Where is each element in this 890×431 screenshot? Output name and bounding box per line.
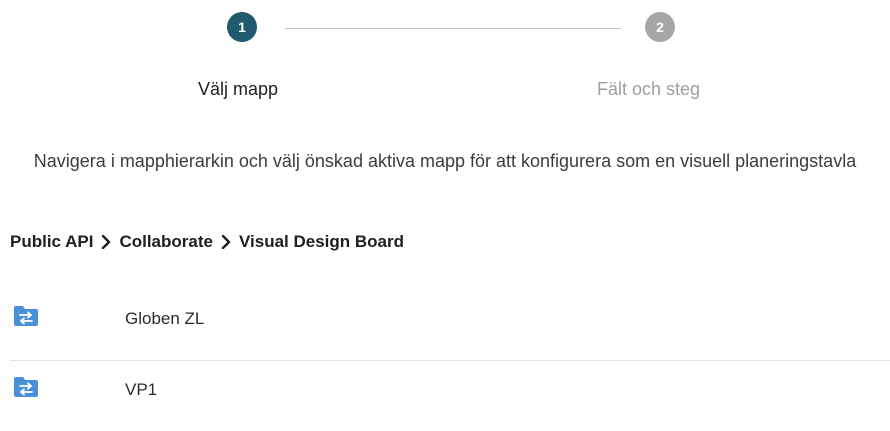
folder-name: VP1 <box>125 380 158 399</box>
step-2-indicator[interactable]: 2 <box>645 12 675 42</box>
shared-folder-icon <box>12 304 40 328</box>
step-connector <box>285 28 621 29</box>
breadcrumb-item-collaborate[interactable]: Collaborate <box>119 232 213 252</box>
step-2-label[interactable]: Fält och steg <box>597 79 700 100</box>
instructions-text: Navigera i mapphierarkin och välj önskad… <box>33 151 857 171</box>
breadcrumb-item-visual-design-board: Visual Design Board <box>238 232 404 251</box>
breadcrumb-item-public-api[interactable]: Public API <box>10 232 93 252</box>
step-1-indicator[interactable]: 1 <box>227 12 257 42</box>
list-item[interactable]: VP1 <box>10 361 890 431</box>
breadcrumb: Public API Collaborate Visual Design Boa… <box>10 232 404 252</box>
chevron-right-icon <box>100 235 112 249</box>
stepper: 1 2 Välj mapp Fält och steg <box>0 0 890 110</box>
step-2-number: 2 <box>656 19 664 35</box>
folder-list: Globen ZL VP1 <box>10 290 890 431</box>
step-1-number: 1 <box>238 19 246 35</box>
list-item[interactable]: Globen ZL <box>10 290 890 361</box>
chevron-right-icon <box>220 235 232 249</box>
step-1-label[interactable]: Välj mapp <box>198 79 278 100</box>
shared-folder-icon <box>12 375 40 399</box>
folder-name: Globen ZL <box>125 309 205 328</box>
